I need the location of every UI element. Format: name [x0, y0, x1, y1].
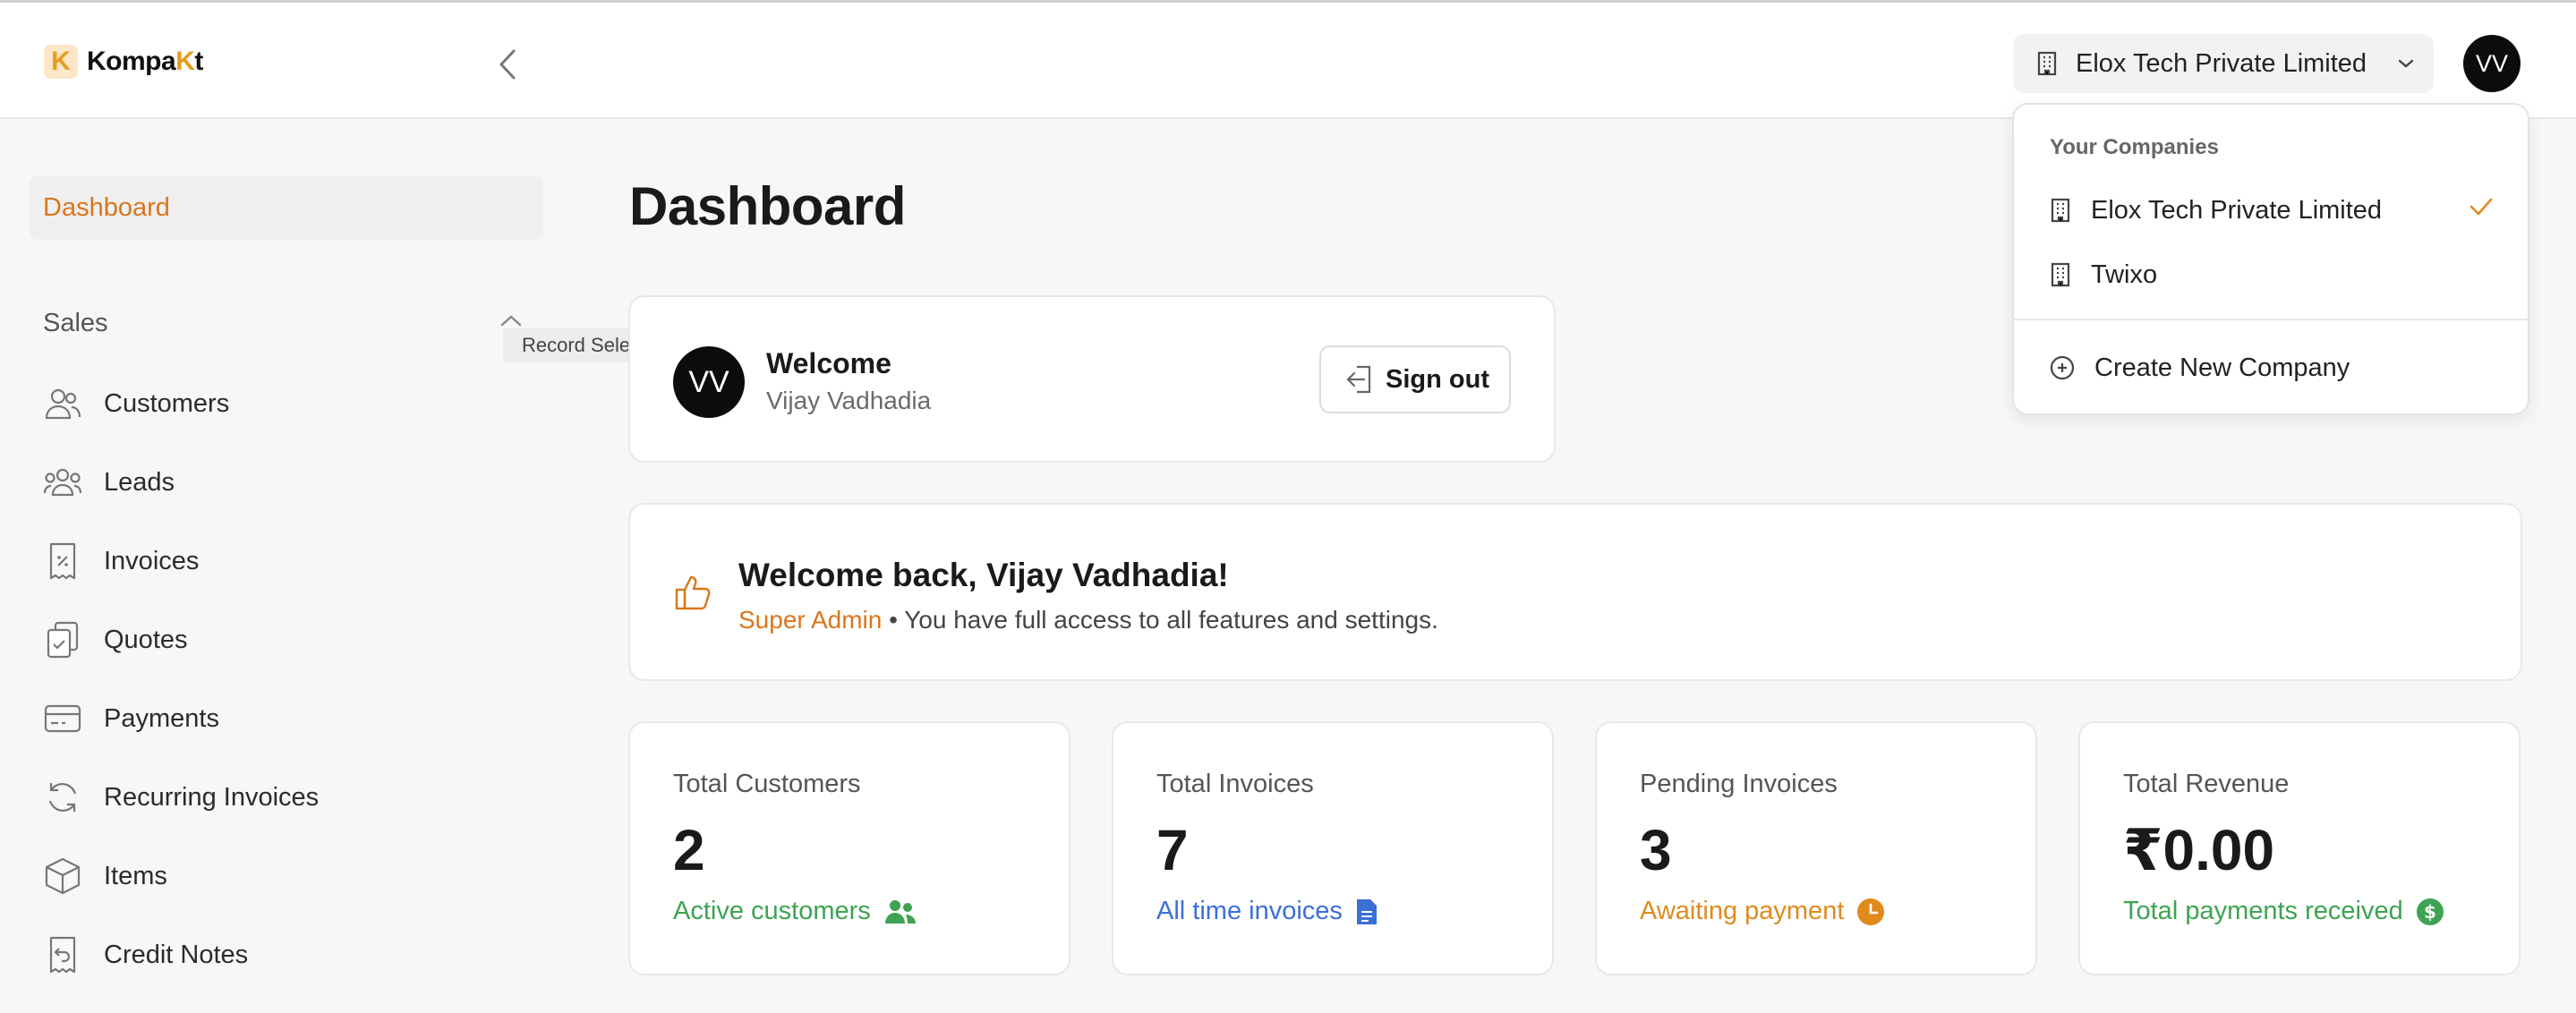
stat-note: Awaiting payment [1640, 897, 1885, 926]
welcome-banner: Welcome back, Vijay Vadhadia! Super Admi… [628, 503, 2522, 681]
svg-text:$: $ [2424, 901, 2436, 923]
create-company-button[interactable]: Create New Company [2050, 343, 2350, 393]
welcome-card: VV Welcome Vijay Vadhadia Sign out [628, 295, 1556, 463]
sidebar-item-label: Payments [104, 703, 219, 733]
company-option-label: Twixo [2091, 260, 2158, 289]
app-logo[interactable]: K KompaKt [44, 45, 203, 79]
stat-label: Pending Invoices [1640, 770, 1838, 798]
user-avatar[interactable]: VV [2463, 35, 2521, 92]
document-icon [1356, 898, 1377, 924]
thumbs-up-icon [675, 575, 712, 615]
clipboard-icon [43, 620, 82, 660]
stat-value: 7 [1156, 818, 1189, 882]
avatar: VV [673, 346, 745, 418]
plus-circle-icon [2050, 355, 2075, 380]
sidebar-item-recurring-invoices[interactable]: Recurring Invoices [43, 770, 319, 824]
role-label: Super Admin [738, 606, 883, 634]
top-header: K KompaKt Elox Tech Private Limited VV [0, 0, 2576, 119]
sign-out-button[interactable]: Sign out [1319, 345, 1511, 413]
receipt-return-icon [43, 935, 82, 975]
stat-note: Active customers [673, 897, 917, 926]
sidebar-item-leads[interactable]: Leads [43, 455, 175, 509]
group-icon [43, 463, 82, 502]
dropdown-header: Your Companies [2050, 135, 2219, 159]
banner-subtitle: Super Admin • You have full access to al… [738, 606, 1438, 634]
building-icon [2051, 198, 2070, 223]
refresh-icon [43, 778, 82, 817]
separator: • [889, 606, 898, 634]
sidebar-item-customers[interactable]: Customers [43, 377, 229, 430]
welcome-title: Welcome [766, 347, 891, 379]
sign-out-icon [1346, 365, 1371, 394]
credit-card-icon [43, 699, 82, 738]
sign-out-label: Sign out [1386, 364, 1489, 394]
stat-value: 2 [673, 818, 705, 882]
sidebar-item-label: Quotes [104, 625, 188, 654]
create-company-label: Create New Company [2094, 353, 2350, 382]
company-option-label: Elox Tech Private Limited [2091, 195, 2383, 225]
users-icon [884, 899, 916, 924]
sidebar-item-label: Credit Notes [104, 940, 249, 969]
page-title: Dashboard [629, 176, 906, 236]
sidebar-item-label: Invoices [104, 546, 200, 575]
welcome-user-name: Vijay Vadhadia [766, 387, 932, 414]
company-dropdown: Your Companies Elox Tech Private Limited… [2012, 103, 2529, 415]
logo-mark-icon: K [44, 45, 78, 79]
stat-label: Total Revenue [2123, 770, 2290, 798]
stat-value: 3 [1640, 818, 1672, 882]
sidebar-section-sales: Sales [43, 309, 108, 337]
stat-value: ₹0.00 [2123, 818, 2275, 882]
building-icon [2051, 262, 2070, 287]
company-option-twixo[interactable]: Twixo [2050, 250, 2157, 300]
company-switcher-label: Elox Tech Private Limited [2076, 48, 2367, 78]
chevron-down-icon [2398, 59, 2414, 68]
clock-icon [1857, 898, 1885, 925]
stat-card-total-customers: Total Customers 2 Active customers [628, 721, 1070, 975]
box-icon [43, 856, 82, 896]
logo-text: KompaKt [87, 47, 203, 76]
collapse-sidebar-button[interactable] [494, 47, 521, 81]
stat-card-total-revenue: Total Revenue ₹0.00 Total payments recei… [2078, 721, 2521, 975]
sidebar-item-label: Recurring Invoices [104, 782, 320, 812]
stat-label: Total Customers [673, 770, 861, 798]
stat-card-total-invoices: Total Invoices 7 All time invoices [1112, 721, 1554, 975]
receipt-icon [43, 541, 82, 581]
check-icon [2469, 198, 2493, 216]
banner-message: You have full access to all features and… [904, 606, 1438, 634]
stat-note: All time invoices [1156, 897, 1378, 926]
sidebar-item-invoices[interactable]: Invoices [43, 534, 199, 588]
sidebar-item-label: Leads [104, 467, 175, 497]
chevron-up-icon [500, 315, 522, 327]
users-icon [43, 384, 82, 423]
stat-label: Total Invoices [1156, 770, 1314, 798]
stat-note: Total payments received $ [2123, 897, 2444, 926]
stat-card-pending-invoices: Pending Invoices 3 Awaiting payment [1595, 721, 2037, 975]
company-switcher-button[interactable]: Elox Tech Private Limited [2013, 34, 2434, 93]
sidebar-item-credit-notes[interactable]: Credit Notes [43, 928, 248, 982]
company-option-elox[interactable]: Elox Tech Private Limited [2050, 185, 2382, 235]
sidebar-item-quotes[interactable]: Quotes [43, 613, 188, 667]
building-icon [2037, 51, 2057, 76]
dropdown-divider [2014, 319, 2528, 320]
sidebar-item-items[interactable]: Items [43, 849, 167, 903]
sidebar-item-payments[interactable]: Payments [43, 692, 219, 745]
sidebar-item-dashboard[interactable]: Dashboard [30, 175, 543, 240]
dollar-icon: $ [2416, 898, 2444, 925]
sidebar-item-label: Items [104, 861, 167, 890]
banner-title: Welcome back, Vijay Vadhadia! [738, 557, 1229, 593]
sidebar: Dashboard Sales Customers Leads Invoices… [0, 121, 573, 1013]
chevron-left-icon [499, 49, 516, 80]
sidebar-item-label: Customers [104, 388, 230, 418]
